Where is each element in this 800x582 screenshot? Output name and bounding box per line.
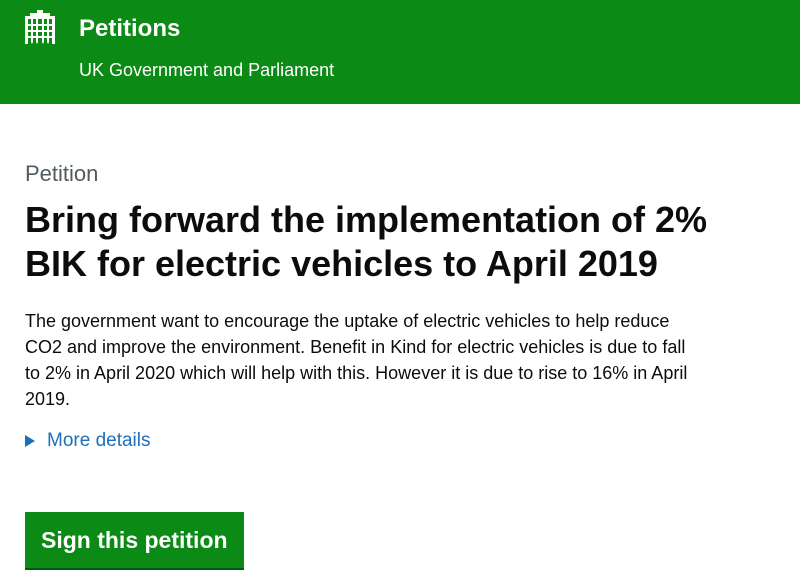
petition-description: The government want to encourage the upt… [25,311,688,409]
sign-petition-button[interactable]: Sign this petition [25,512,244,568]
site-header: Petitions UK Government and Parliament [0,0,800,104]
site-brand-link[interactable]: Petitions [79,15,180,43]
site-subtitle: UK Government and Parliament [79,60,335,80]
triangle-right-icon [25,435,35,447]
page-title: Bring forward the implementation of 2% B… [25,199,708,284]
petition-content: Petition Bring forward the implementatio… [25,160,765,453]
page-kicker: Petition [25,161,99,186]
more-details-label: More details [47,430,151,451]
portcullis-icon [25,10,55,44]
more-details-toggle[interactable]: More details [25,429,765,453]
